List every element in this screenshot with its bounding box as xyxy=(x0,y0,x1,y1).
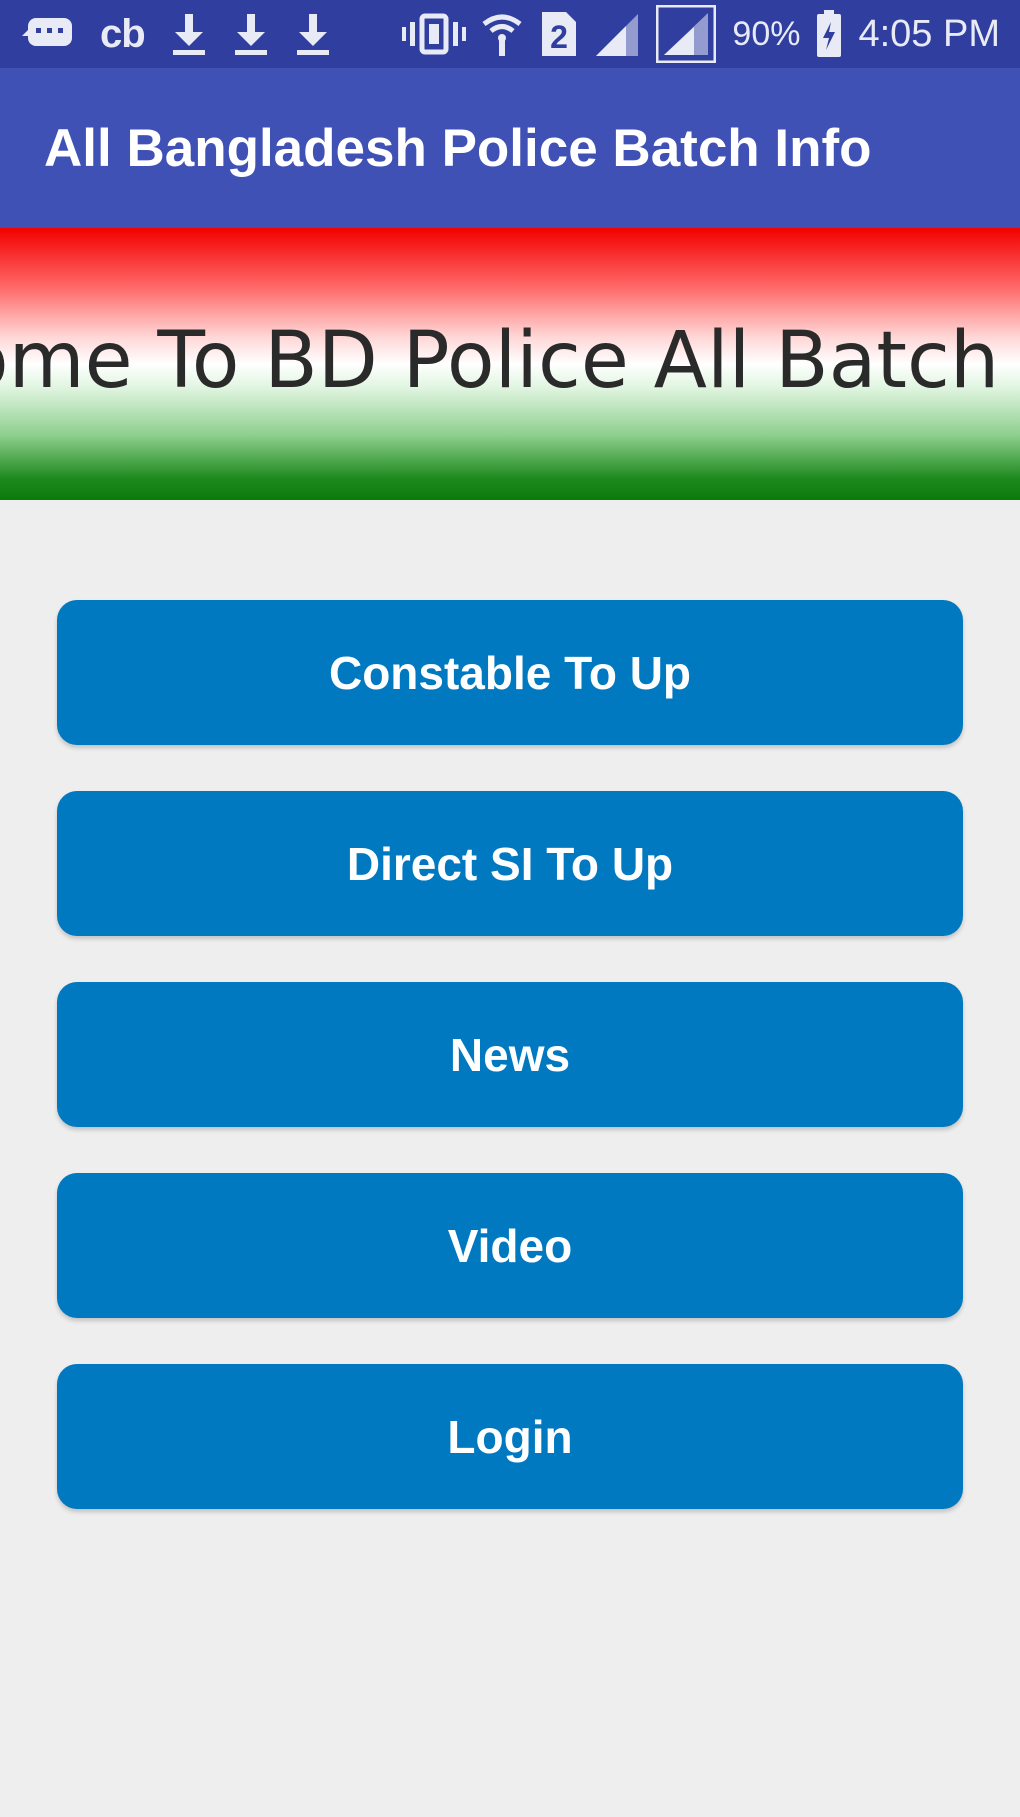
chat-bubble-icon xyxy=(22,14,74,54)
welcome-marquee-text: come To BD Police All Batch xyxy=(0,316,1000,406)
main-menu: Constable To Up Direct SI To Up News Vid… xyxy=(57,600,963,1555)
welcome-banner: come To BD Police All Batch xyxy=(0,228,1020,500)
battery-icon xyxy=(816,10,842,58)
signal-strength-icon xyxy=(656,5,717,63)
svg-text:2: 2 xyxy=(551,19,569,55)
download-icon xyxy=(171,12,207,56)
app-title: All Bangladesh Police Batch Info xyxy=(44,118,872,178)
signal-strength-icon xyxy=(594,12,640,56)
cb-app-icon: cb xyxy=(100,12,146,56)
wifi-icon xyxy=(482,10,522,58)
direct-si-to-up-button[interactable]: Direct SI To Up xyxy=(57,791,963,936)
app-bar: All Bangladesh Police Batch Info xyxy=(0,68,1020,228)
download-icon xyxy=(295,12,331,56)
news-button[interactable]: News xyxy=(57,982,963,1127)
battery-percentage: 90% xyxy=(732,15,801,53)
download-icon xyxy=(233,12,269,56)
clock: 4:05 PM xyxy=(858,13,1000,55)
status-bar: cb 2 90% 4:05 PM xyxy=(0,0,1020,68)
login-button[interactable]: Login xyxy=(57,1364,963,1509)
status-bar-system: 2 90% 4:05 PM xyxy=(402,5,1000,63)
constable-to-up-button[interactable]: Constable To Up xyxy=(57,600,963,745)
sim-2-icon: 2 xyxy=(538,10,578,58)
status-bar-notifications: cb xyxy=(22,12,331,56)
video-button[interactable]: Video xyxy=(57,1173,963,1318)
vibrate-icon xyxy=(402,12,467,56)
